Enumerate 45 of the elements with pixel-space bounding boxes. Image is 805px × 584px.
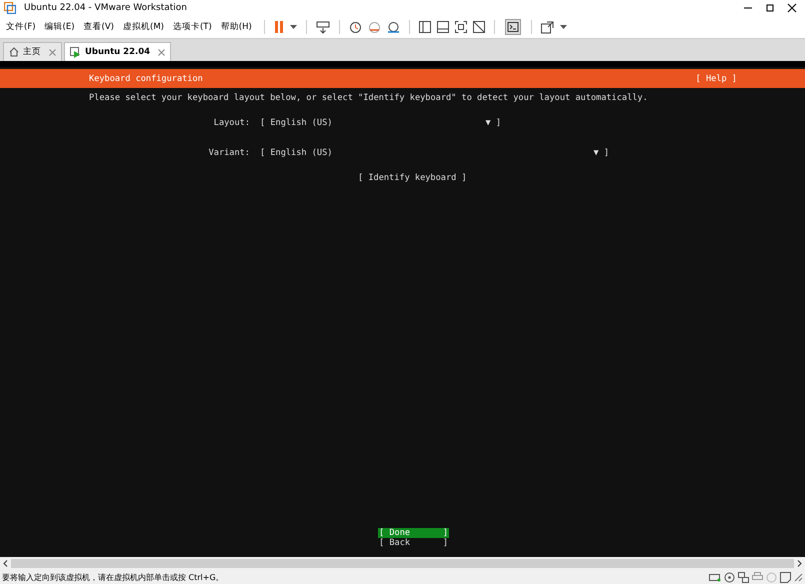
fullscreen-icon[interactable] (454, 21, 467, 33)
installer-button[interactable]: [ Done ] (378, 528, 449, 538)
maximize-icon[interactable] (765, 3, 775, 13)
sidebar-view-icon[interactable] (418, 21, 431, 33)
caret-icon[interactable] (560, 25, 567, 29)
disc-icon[interactable] (724, 572, 735, 582)
installer-title: Keyboard configuration (89, 74, 203, 84)
resize-grip-icon[interactable] (794, 572, 803, 582)
dropdown[interactable]: [ English (US) ▼ ] (260, 148, 609, 158)
menu-item[interactable]: 帮助(H) (220, 21, 252, 33)
menu-item[interactable]: 选项卡(T) (172, 21, 212, 33)
pause-icon[interactable] (274, 21, 284, 33)
keyboard-send-icon[interactable] (316, 20, 330, 34)
installer-button[interactable]: [ Back ] (378, 538, 449, 548)
tab[interactable]: 主页 (3, 42, 62, 61)
window-title: Ubuntu 22.04 - VMware Workstation (24, 3, 187, 13)
tab[interactable]: Ubuntu 22.04 (64, 42, 172, 61)
dropdown[interactable]: [ English (US) ▼ ] (260, 118, 501, 128)
revert-snapshot-icon[interactable] (368, 20, 381, 34)
scrollbar-thumb[interactable] (11, 559, 794, 568)
app-logo-icon (4, 2, 16, 14)
console-icon[interactable] (504, 19, 521, 35)
menu-item[interactable]: 虚拟机(M) (123, 21, 164, 33)
menu-item[interactable]: 文件(F) (6, 21, 36, 33)
thumbnail-view-icon[interactable] (436, 21, 449, 33)
caret-icon[interactable] (290, 25, 297, 29)
home-icon (9, 47, 19, 57)
close-icon[interactable] (787, 3, 797, 13)
snapshot-manager-icon[interactable] (386, 20, 400, 34)
message-icon[interactable] (780, 572, 791, 582)
snapshot-icon[interactable] (348, 20, 362, 34)
menu-item[interactable]: 编辑(E) (44, 21, 75, 33)
network-icon[interactable] (738, 572, 749, 582)
instructions-text: Please select your keyboard layout below, or select "Identify keyboard" to detect your layout automatically. (88, 93, 649, 103)
status-message: 要将输入定向到该虚拟机，请在虚拟机内部单击或按 Ctrl+G。 (2, 572, 224, 582)
vm-icon (70, 46, 81, 58)
scroll-left-icon[interactable] (3, 560, 8, 567)
unity-icon[interactable] (472, 21, 485, 33)
field-label: Layout: (212, 118, 250, 128)
stretch-icon[interactable] (540, 20, 554, 34)
scroll-right-icon[interactable] (797, 560, 802, 567)
field-label: Variant: (208, 148, 250, 158)
identify-keyboard-button[interactable]: [ Identify keyboard ] (358, 173, 467, 183)
help-button[interactable]: [ Help ] (696, 74, 737, 84)
menu-item[interactable]: 查看(V) (84, 21, 114, 33)
